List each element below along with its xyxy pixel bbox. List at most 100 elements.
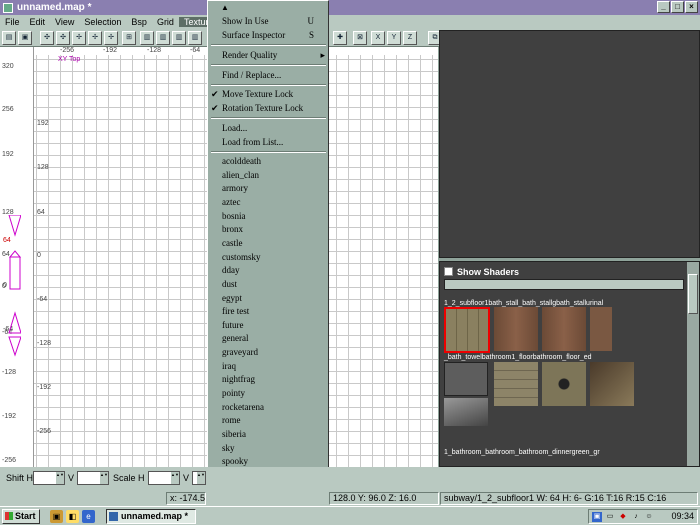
menu-item-load[interactable]: Load... (209, 122, 328, 135)
quick-launch-browser-icon[interactable]: e (82, 510, 95, 523)
rotate-z-icon[interactable]: ✢ (104, 31, 118, 45)
menu-item-dir-rocketarena[interactable]: rocketarena (209, 401, 328, 414)
system-tray: ▣ ▭ ◆ ♪ ☺ 09:34 (588, 509, 698, 524)
view-y-icon[interactable]: Y (387, 31, 401, 45)
rotate-y-icon[interactable]: ✢ (88, 31, 102, 45)
select-touching-icon[interactable]: ▥ (156, 31, 170, 45)
texture-bath-stallurinal[interactable] (590, 307, 612, 351)
menu-view[interactable]: View (50, 17, 79, 27)
flip-x-icon[interactable]: ✣ (40, 31, 54, 45)
menu-item-load-from-list[interactable]: Load from List... (209, 136, 328, 149)
quick-launch-folder-icon[interactable]: ◧ (66, 510, 79, 523)
view-label: XY Top (58, 56, 81, 63)
menu-scroll-up-icon[interactable]: ▲ (221, 3, 229, 12)
rotate-x-icon[interactable]: ✢ (72, 31, 86, 45)
clock: 09:34 (671, 511, 694, 521)
texture-bath-stallg[interactable] (542, 307, 586, 351)
menu-item-find-replace[interactable]: Find / Replace... (209, 69, 328, 82)
texture-bath-misc[interactable] (444, 398, 488, 426)
menu-item-dir-aztec[interactable]: aztec (209, 196, 328, 209)
menu-item-dir-graveyard[interactable]: graveyard (209, 346, 328, 359)
csg-subtract-icon[interactable]: ▥ (188, 31, 202, 45)
submenu-arrow-icon: ▸ (320, 50, 325, 60)
flip-y-icon[interactable]: ✣ (56, 31, 70, 45)
camera-icon[interactable] (7, 215, 21, 365)
menu-selection[interactable]: Selection (79, 17, 126, 27)
save-icon[interactable]: ▣ (18, 31, 32, 45)
tray-network-icon[interactable]: ▣ (592, 512, 602, 522)
menu-item-dir-general[interactable]: general (209, 332, 328, 345)
view-z-icon[interactable]: Z (403, 31, 417, 45)
menu-item-dir-dust[interactable]: dust (209, 278, 328, 291)
texture-bathroom-floor[interactable] (542, 362, 586, 406)
status-texture-info: subway/1_2_subfloor1 W: 64 H: 6- G:16 T:… (440, 492, 698, 505)
texture-filter-input[interactable] (444, 279, 684, 290)
status-bar: x: -174.5 128.0 Y: 96.0 Z: 16.0 subway/1… (0, 491, 700, 506)
menu-edit[interactable]: Edit (25, 17, 51, 27)
menu-item-render-quality[interactable]: Render Quality ▸ (209, 49, 328, 62)
taskbar-task-unnamed-map[interactable]: unnamed.map * (106, 509, 196, 524)
texture-subfloor1[interactable] (444, 307, 490, 353)
menu-item-dir-fire-test[interactable]: fire test (209, 305, 328, 318)
shift-h-input[interactable] (33, 471, 65, 485)
minimize-button[interactable]: _ (657, 1, 670, 13)
menu-item-show-in-use[interactable]: Show In Use U (209, 15, 328, 28)
select-complete-icon[interactable]: ⊞ (122, 31, 136, 45)
texture-browser[interactable]: Show Shaders 1_2_subfloor1bath_stall_bat… (439, 261, 700, 467)
menu-item-dir-pointy[interactable]: pointy (209, 387, 328, 400)
show-shaders-toggle[interactable]: Show Shaders (444, 265, 684, 278)
tray-user-icon[interactable]: ☺ (644, 512, 654, 522)
menu-item-dir-nightfrag[interactable]: nightfrag (209, 373, 328, 386)
menu-item-dir-alien-clan[interactable]: alien_clan (209, 169, 328, 182)
window-title: unnamed.map * (17, 2, 92, 13)
status-coords-left: x: -174.5 (166, 492, 206, 505)
menu-file[interactable]: File (0, 17, 25, 27)
menu-item-dir-bosnia[interactable]: bosnia (209, 210, 328, 223)
clipper-icon[interactable]: ✚ (333, 31, 347, 45)
texture-bath-stall[interactable] (494, 307, 538, 351)
tray-monitor-icon[interactable]: ▭ (605, 512, 615, 522)
menu-item-dir-dday[interactable]: dday (209, 264, 328, 277)
tray-shield-icon[interactable]: ◆ (618, 512, 628, 522)
texture-bathroom1[interactable] (494, 362, 538, 406)
quick-launch-explorer-icon[interactable]: ▣ (50, 510, 63, 523)
menu-item-dir-rome[interactable]: rome (209, 414, 328, 427)
texture-adjust-bar: Shift H V Scale H V (0, 467, 700, 491)
textures-menu: ▲ Show In Use U Surface Inspector S Render… (207, 0, 329, 525)
shift-v-input[interactable] (77, 471, 109, 485)
texture-bathroom-floor-ed[interactable] (590, 362, 634, 406)
menu-bar: File Edit View Selection Bsp Grid Textur… (0, 15, 700, 29)
menu-item-rotation-texture-lock[interactable]: ✔ Rotation Texture Lock (209, 102, 328, 115)
menu-item-move-texture-lock[interactable]: ✔ Move Texture Lock (209, 88, 328, 101)
close-button[interactable]: × (685, 1, 698, 13)
scale-h-input[interactable] (148, 471, 180, 485)
menu-item-dir-egypt[interactable]: egypt (209, 292, 328, 305)
menu-grid[interactable]: Grid (152, 17, 179, 27)
menu-item-dir-siberia[interactable]: siberia (209, 428, 328, 441)
menu-item-dir-iraq[interactable]: iraq (209, 360, 328, 373)
menu-item-dir-future[interactable]: future (209, 319, 328, 332)
show-shaders-checkbox[interactable] (444, 267, 453, 276)
select-tall-icon[interactable]: ▥ (140, 31, 154, 45)
check-icon: ✔ (211, 103, 219, 113)
maximize-button[interactable]: □ (671, 1, 684, 13)
scale-v-input[interactable] (192, 471, 206, 485)
camera-view[interactable] (439, 30, 700, 258)
menu-bsp[interactable]: Bsp (126, 17, 152, 27)
texture-bath-towel[interactable] (444, 362, 488, 396)
menu-item-dir-bronx[interactable]: bronx (209, 223, 328, 236)
menu-item-surface-inspector[interactable]: Surface Inspector S (209, 29, 328, 42)
menu-item-dir-sky[interactable]: sky (209, 442, 328, 455)
menu-item-dir-customsky[interactable]: customsky (209, 251, 328, 264)
menu-item-dir-acolddeath[interactable]: acolddeath (209, 155, 328, 168)
menu-item-dir-armory[interactable]: armory (209, 182, 328, 195)
tray-speaker-icon[interactable]: ♪ (631, 512, 641, 522)
start-button[interactable]: Start (2, 509, 40, 524)
view-x-icon[interactable]: X (371, 31, 385, 45)
select-inside-icon[interactable]: ▥ (172, 31, 186, 45)
check-icon: ✔ (211, 89, 219, 99)
texture-scrollbar[interactable] (687, 262, 699, 466)
change-views-icon[interactable]: ⊠ (353, 31, 367, 45)
menu-item-dir-castle[interactable]: castle (209, 237, 328, 250)
open-icon[interactable]: ▤ (2, 31, 16, 45)
